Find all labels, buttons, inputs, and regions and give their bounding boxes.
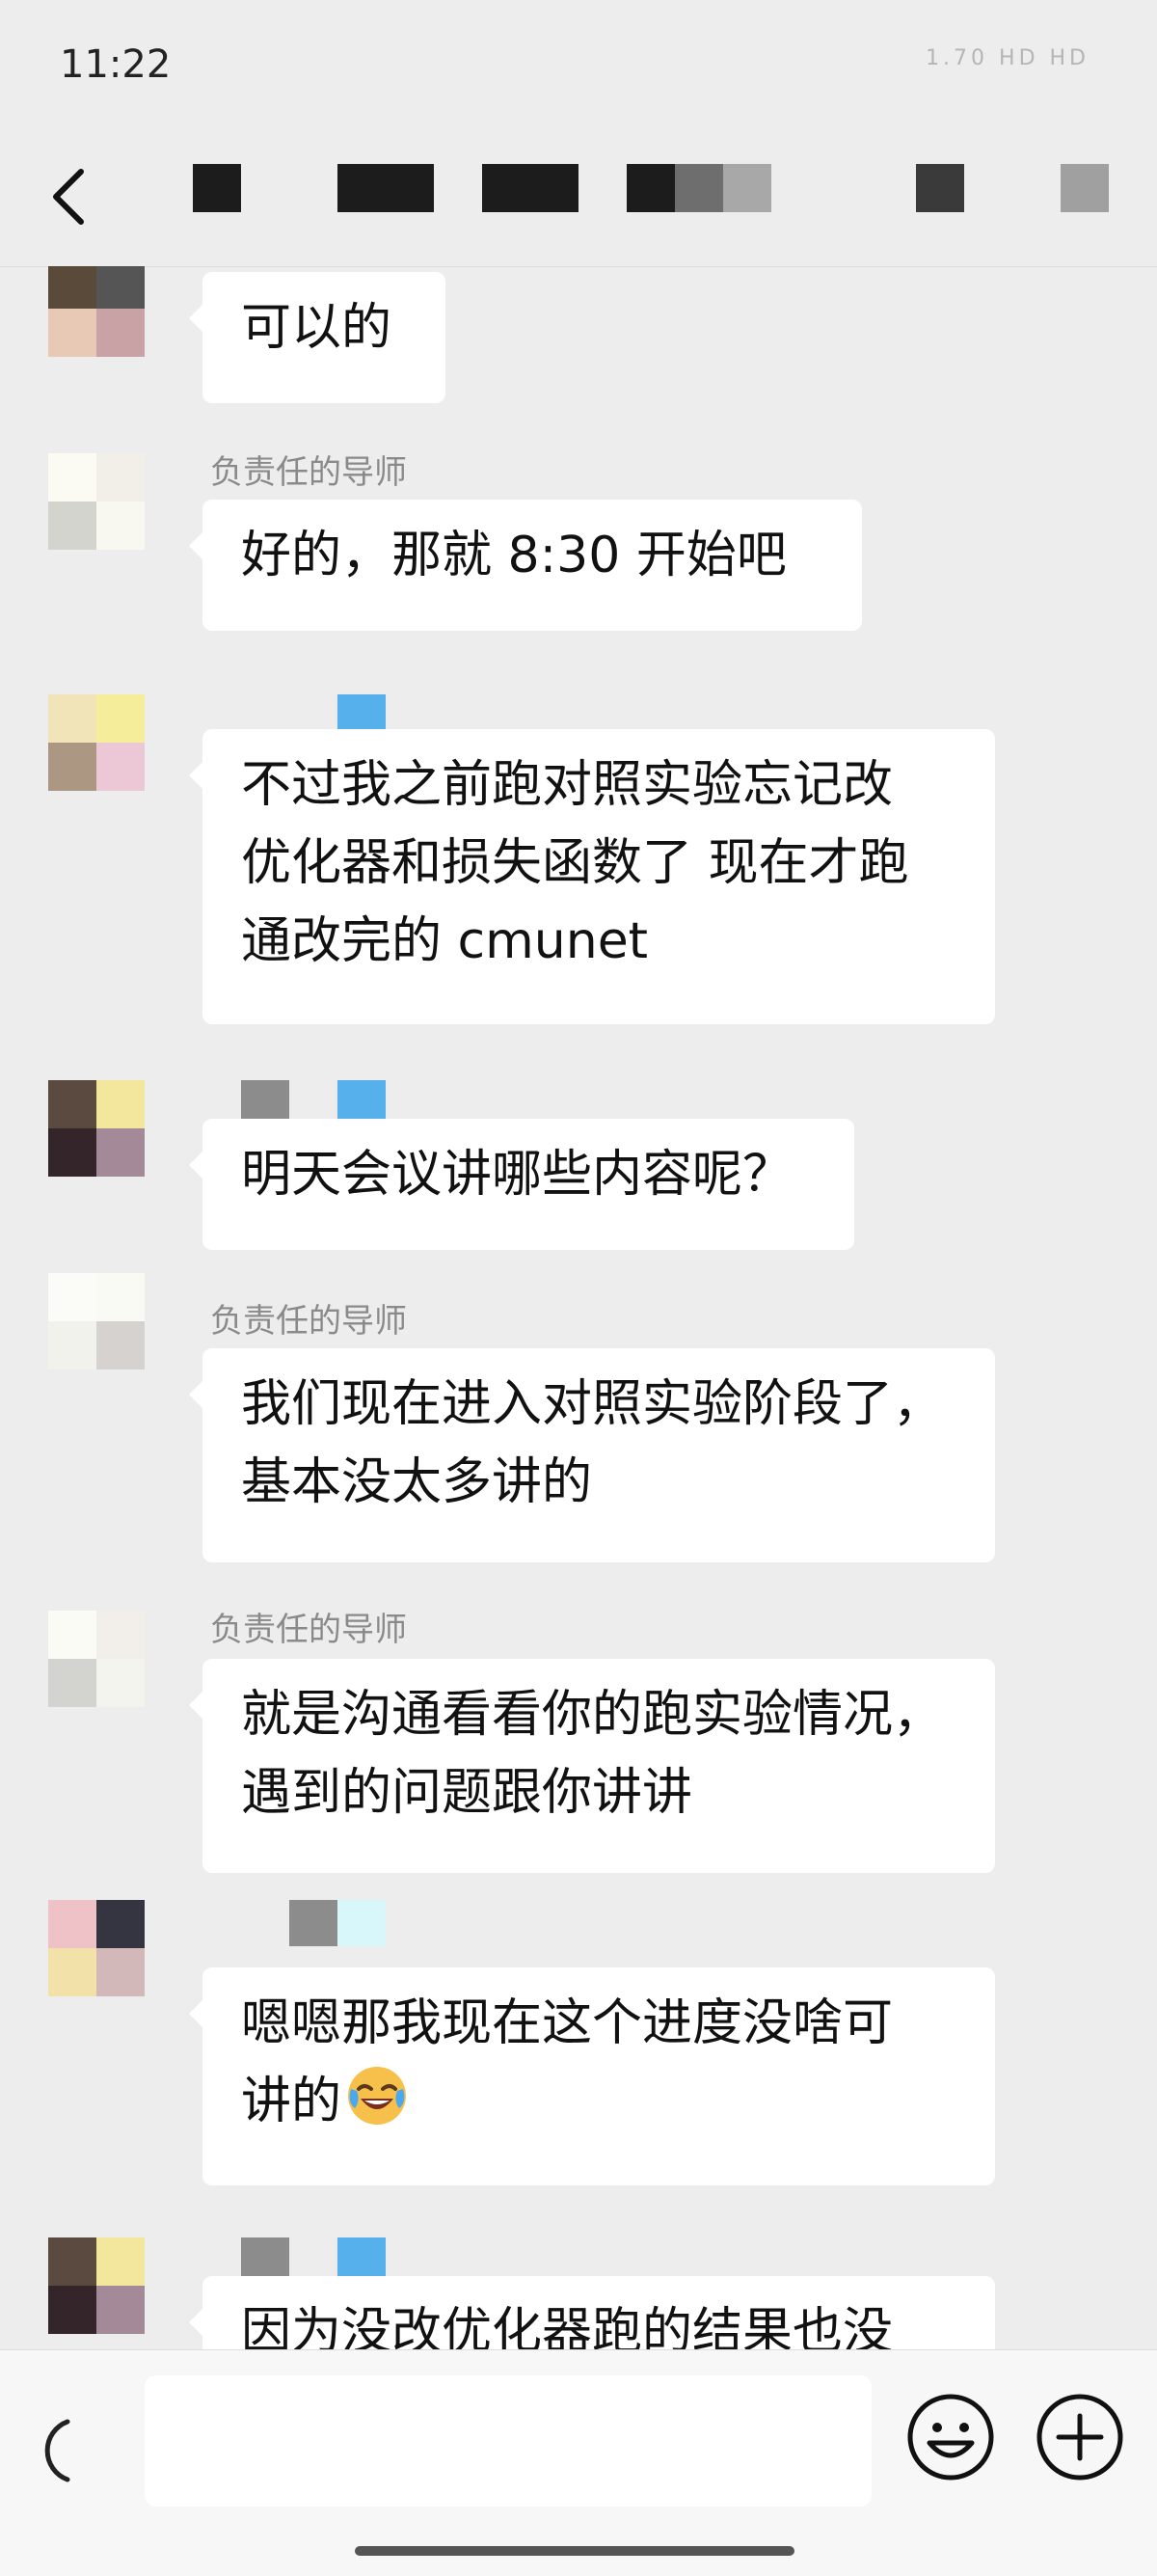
avatar[interactable] [48,1273,145,1369]
message-bubble[interactable]: 我们现在进入对照实验阶段了， 基本没太多讲的 [189,1348,995,1562]
chat-header [0,135,1157,267]
message-text: 明天会议讲哪些内容呢？ [241,1146,794,1204]
message-bubble[interactable]: 就是沟通看看你的跑实验情况， 遇到的问题跟你讲讲 [189,1659,995,1873]
message-text: 因为没改优化器跑的结果也没 [241,2303,894,2349]
message-text: 不过我之前跑对照实验忘记改 [241,756,894,814]
message-text: 可以的 [241,299,392,357]
status-bar: 11:22 1.70 HD HD [0,0,1157,135]
message-text: 嗯嗯那我现在这个进度没啥可 [241,1994,894,2052]
voice-button[interactable] [29,2412,87,2489]
message-bubble[interactable]: 不过我之前跑对照实验忘记改 优化器和损失函数了 现在才跑 通改完的 cmunet [189,729,995,1024]
more-button[interactable] [1034,2391,1126,2483]
tears-of-joy-emoji-icon [348,2067,407,2125]
message-text: 遇到的问题跟你讲讲 [241,1764,693,1822]
sender-name-redacted [289,1900,337,1946]
home-indicator[interactable] [355,2546,794,2556]
message-text: 通改完的 cmunet [241,912,649,970]
avatar[interactable] [48,1080,145,1177]
message-bubble[interactable]: 因为没改优化器跑的结果也没 [189,2276,995,2349]
sender-name: 负责任的导师 [210,1302,407,1341]
message-input[interactable] [145,2375,872,2507]
emoji-button[interactable] [904,2391,997,2483]
message-text: 优化器和损失函数了 现在才跑 [241,834,909,892]
avatar[interactable] [48,266,145,357]
voice-icon [44,2419,70,2482]
status-time: 11:22 [60,42,172,87]
sender-name: 负责任的导师 [210,1611,407,1649]
message-text: 我们现在进入对照实验阶段了， [241,1375,944,1433]
message-text: 好的，那就 8:30 开始吧 [241,527,787,584]
avatar[interactable] [48,694,145,791]
avatar[interactable] [48,1900,145,1996]
sender-name-redacted [337,1900,386,1946]
message-text: 就是沟通看看你的跑实验情况， [241,1686,944,1744]
message-list[interactable]: 可以的 负责任的导师 好的，那就 8:30 开始吧 不过我之前跑对照实验忘记改 … [0,266,1157,2349]
avatar[interactable] [48,1611,145,1707]
message-bubble[interactable]: 可以的 [189,272,445,403]
status-indicators: 1.70 HD HD [926,46,1090,70]
avatar[interactable] [48,2237,145,2334]
plus-icon [1036,2394,1123,2481]
message-text: 讲的 [241,2073,342,2130]
chevron-left-icon [53,169,84,225]
message-bubble[interactable]: 明天会议讲哪些内容呢？ [189,1119,854,1250]
message-bubble[interactable]: 好的，那就 8:30 开始吧 [189,500,862,631]
back-button[interactable] [40,158,98,235]
sender-name: 负责任的导师 [210,453,407,492]
message-text: 基本没太多讲的 [241,1453,593,1511]
message-bubble[interactable]: 嗯嗯那我现在这个进度没啥可 讲的 [189,1967,995,2185]
avatar[interactable] [48,453,145,550]
input-bar [0,2349,1157,2576]
emoji-icon [907,2394,994,2481]
